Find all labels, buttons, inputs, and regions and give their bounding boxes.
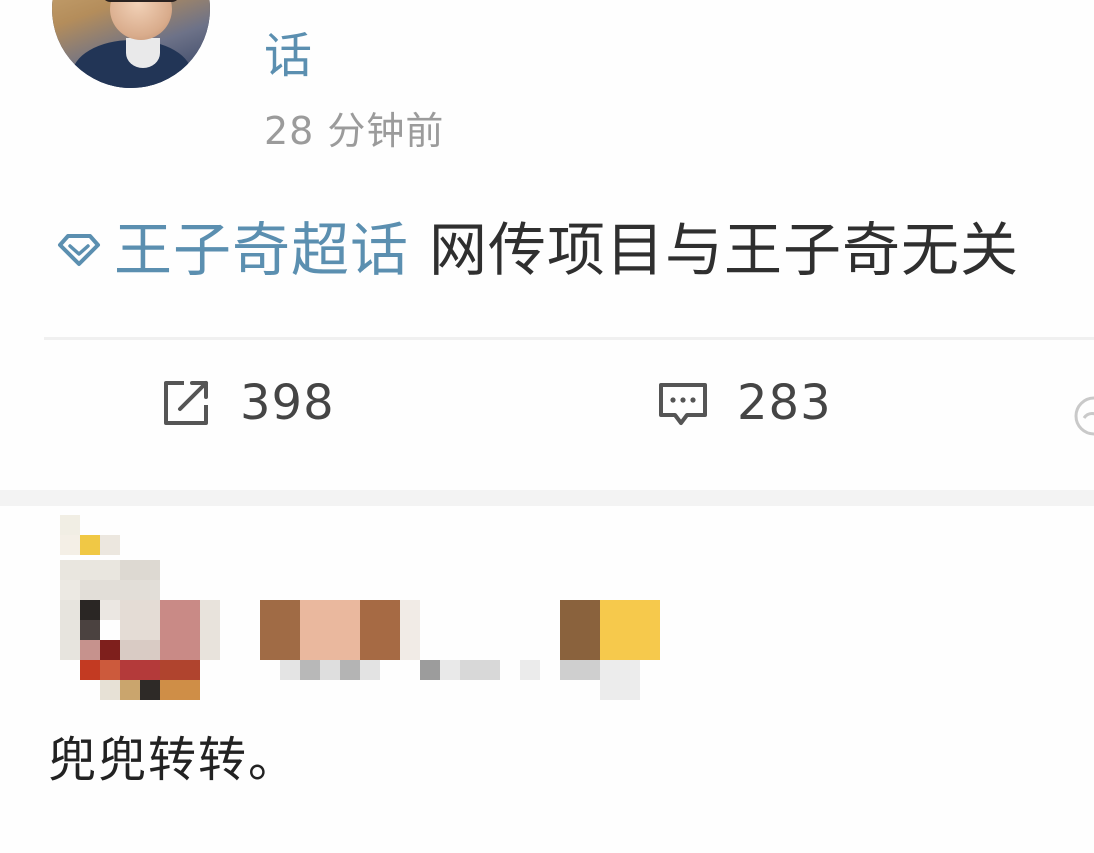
repost-comment-text: 兜兜转转。 bbox=[48, 732, 299, 788]
post-text: 网传项目与王子奇无关 bbox=[429, 216, 1020, 284]
comment-count: 283 bbox=[737, 375, 832, 431]
avatar[interactable] bbox=[52, 0, 210, 88]
comment-icon bbox=[655, 375, 711, 431]
pixelated-user-info bbox=[60, 515, 660, 705]
comment-button[interactable]: 283 bbox=[655, 370, 832, 436]
super-topic-link[interactable]: 王子奇超话 bbox=[114, 210, 409, 290]
weibo-post-screen: 话 28 分钟前 王子奇超话 网传项目与王子奇无关 398 283 兜兜转转。 bbox=[0, 0, 1094, 853]
section-divider bbox=[0, 490, 1094, 506]
author-name[interactable]: 话 bbox=[264, 26, 312, 86]
post-timestamp: 28 分钟前 bbox=[264, 109, 445, 153]
super-topic-diamond-icon bbox=[56, 230, 108, 270]
repost-count: 398 bbox=[240, 375, 335, 431]
post-content: 王子奇超话 网传项目与王子奇无关 bbox=[56, 210, 1019, 290]
repost-icon bbox=[158, 375, 214, 431]
divider bbox=[44, 337, 1094, 340]
like-icon[interactable] bbox=[1066, 394, 1094, 438]
repost-button[interactable]: 398 bbox=[158, 370, 335, 436]
